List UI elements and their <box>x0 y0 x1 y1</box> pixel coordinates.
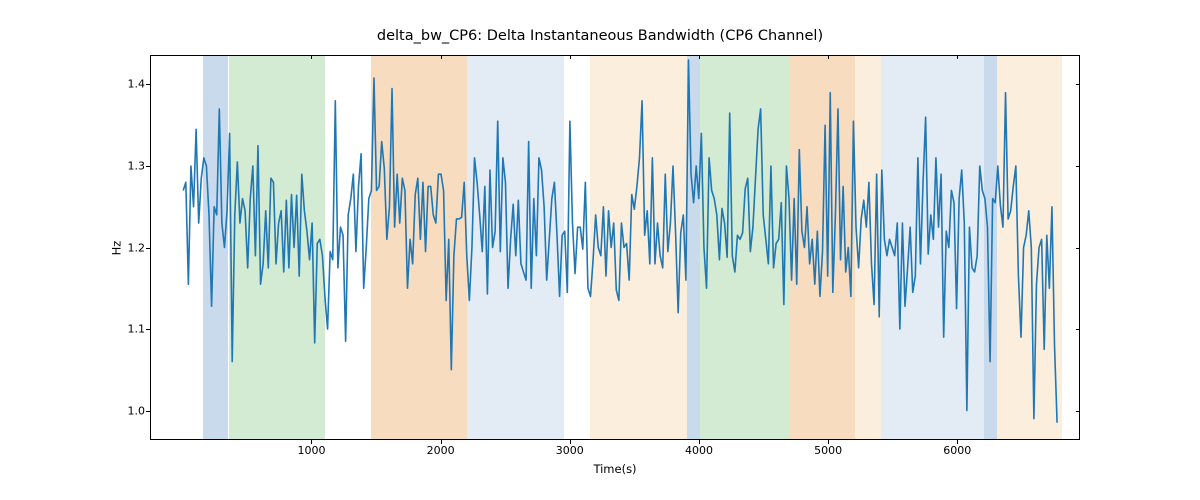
chart-figure: delta_bw_CP6: Delta Instantaneous Bandwi… <box>0 0 1200 500</box>
x-tick-label: 6000 <box>943 444 971 457</box>
x-tick-mark <box>699 55 700 59</box>
y-tick-mark <box>1076 248 1080 249</box>
chart-title: delta_bw_CP6: Delta Instantaneous Bandwi… <box>0 28 1200 44</box>
x-tick-label: 2000 <box>427 444 455 457</box>
y-tick-mark <box>146 411 150 412</box>
y-tick-mark <box>146 166 150 167</box>
x-tick-mark <box>828 55 829 59</box>
y-tick-mark <box>1076 329 1080 330</box>
x-axis-label: Time(s) <box>150 462 1080 476</box>
x-tick-mark <box>441 55 442 59</box>
y-tick-label: 1.2 <box>128 241 146 254</box>
y-tick-mark <box>1076 84 1080 85</box>
x-tick-mark <box>957 55 958 59</box>
y-tick-label: 1.4 <box>128 77 146 90</box>
y-axis-label: Hz <box>108 55 124 440</box>
plot-area <box>150 55 1080 440</box>
x-tick-label: 4000 <box>685 444 713 457</box>
x-tick-label: 3000 <box>556 444 584 457</box>
x-tick-label: 5000 <box>814 444 842 457</box>
y-tick-mark <box>1076 166 1080 167</box>
x-tick-mark <box>570 55 571 59</box>
series-line <box>183 60 1057 423</box>
x-tick-label: 1000 <box>297 444 325 457</box>
y-tick-label: 1.1 <box>128 323 146 336</box>
y-tick-mark <box>146 84 150 85</box>
y-tick-label: 1.3 <box>128 159 146 172</box>
y-tick-mark <box>146 329 150 330</box>
x-tick-mark <box>311 55 312 59</box>
line-series <box>151 56 1079 439</box>
y-tick-mark <box>1076 411 1080 412</box>
y-tick-label: 1.0 <box>128 405 146 418</box>
y-tick-mark <box>146 248 150 249</box>
